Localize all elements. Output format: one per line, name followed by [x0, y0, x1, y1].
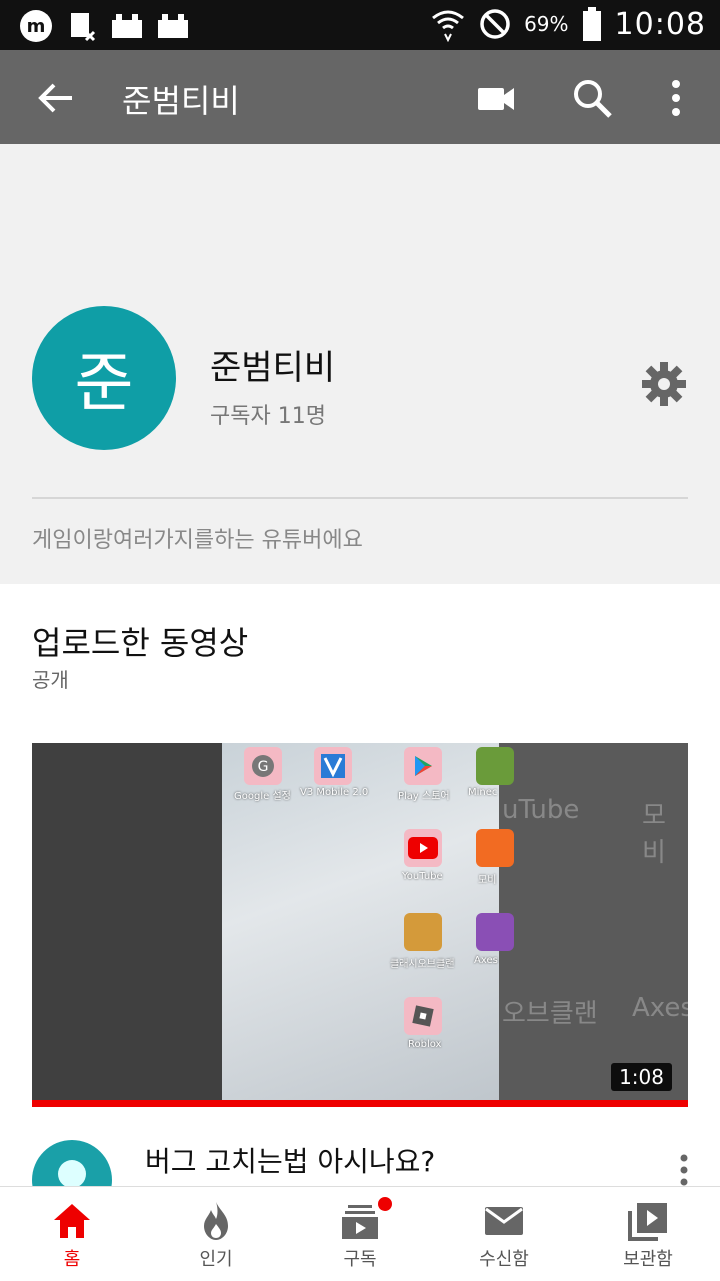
video-duration: 1:08 — [611, 1063, 672, 1091]
channel-avatar: 준 — [32, 306, 176, 450]
minecraft-app-icon — [476, 747, 514, 785]
video-info-row[interactable]: 버그 고치는법 아시나요? — [0, 1130, 720, 1186]
clock: 10:08 — [614, 6, 706, 42]
app-bar: 준범티비 — [0, 50, 720, 144]
video-more-icon[interactable] — [672, 1152, 696, 1186]
status-right-icons: 69% 10:08 — [430, 6, 706, 42]
app-label: Axes — [474, 955, 498, 966]
watch-progress-bar — [32, 1100, 688, 1107]
search-icon[interactable] — [570, 76, 614, 120]
back-arrow-icon[interactable] — [34, 76, 78, 120]
thumbnail-zoom-text: uTube — [502, 795, 580, 825]
app-label: V3 Mobile 2.0 — [300, 787, 369, 798]
app-label: YouTube — [402, 871, 443, 882]
nav-label: 인기 — [199, 1249, 233, 1270]
clash-of-clans-app-icon — [404, 913, 442, 951]
nav-label: 홈 — [63, 1249, 81, 1270]
divider — [32, 497, 688, 499]
nav-subscriptions[interactable]: 구독 — [288, 1187, 432, 1281]
flame-icon — [204, 1202, 228, 1240]
nav-trending[interactable]: 인기 — [144, 1187, 288, 1281]
section-title: 업로드한 동영상 — [32, 624, 249, 662]
status-bar: m 69% 10:08 — [0, 0, 720, 50]
channel-name: 준범티비 — [210, 348, 336, 388]
nav-label: 구독 — [343, 1249, 377, 1270]
mobizen-icon: m — [20, 10, 52, 42]
svg-text:m: m — [27, 16, 46, 37]
svg-text:G: G — [258, 759, 269, 775]
sim-off-icon — [71, 13, 96, 42]
app-label: Minec — [468, 787, 498, 798]
youtube-app-icon — [404, 829, 442, 867]
video-thumbnail[interactable]: G Google 설정 V3 Mobile 2.0 Play 스토어 Minec… — [32, 743, 688, 1107]
notification-dot — [376, 1195, 394, 1213]
battery-percent: 69% — [524, 12, 569, 36]
google-settings-app-icon: G — [244, 747, 282, 785]
game-icon — [112, 14, 142, 38]
video-title[interactable]: 버그 고치는법 아시나요? — [145, 1140, 435, 1180]
mail-icon — [485, 1207, 523, 1235]
app-label: Google 설정 — [234, 791, 291, 802]
channel-description: 게임이랑여러가지를하는 유튜버에요 — [32, 528, 363, 553]
do-not-disturb-icon — [480, 9, 510, 39]
more-vert-icon[interactable] — [654, 76, 698, 120]
battery-icon — [582, 7, 601, 41]
video-camera-icon[interactable] — [474, 76, 518, 120]
app-label: 클래시오브클랜 — [390, 959, 455, 970]
video-channel-avatar[interactable] — [32, 1140, 112, 1186]
play-store-app-icon — [404, 747, 442, 785]
nav-home[interactable]: 홈 — [0, 1187, 144, 1281]
home-icon — [54, 1204, 90, 1238]
roblox-app-icon — [404, 997, 442, 1035]
bottom-navigation: 홈 인기 구독 수신함 보관함 — [0, 1186, 720, 1281]
status-left-icons: m — [18, 8, 190, 44]
thumbnail-zoom-text: 오브클랜 — [502, 999, 598, 1029]
section-subtitle: 공개 — [32, 668, 69, 692]
thumbnail-zoom-text: Axes — [632, 993, 688, 1023]
library-icon — [628, 1203, 667, 1241]
app-label: Roblox — [408, 1039, 442, 1050]
thumbnail-zoom-text: 모비 — [642, 801, 666, 868]
nav-label: 보관함 — [623, 1249, 673, 1270]
subscriber-count: 구독자 11명 — [210, 404, 326, 429]
nav-inbox[interactable]: 수신함 — [432, 1187, 576, 1281]
app-bar-title: 준범티비 — [122, 82, 240, 120]
app-label: Play 스토어 — [398, 791, 450, 802]
wifi-icon — [432, 10, 465, 42]
avatar-dot — [58, 1160, 86, 1186]
mobizen-app-icon — [476, 829, 514, 867]
nav-library[interactable]: 보관함 — [576, 1187, 720, 1281]
v3-mobile-app-icon — [314, 747, 352, 785]
app-label: 모비 — [478, 875, 497, 886]
gear-icon[interactable] — [640, 360, 688, 408]
nav-label: 수신함 — [479, 1249, 529, 1270]
axes-app-icon — [476, 913, 514, 951]
game-icon-2 — [158, 14, 188, 38]
